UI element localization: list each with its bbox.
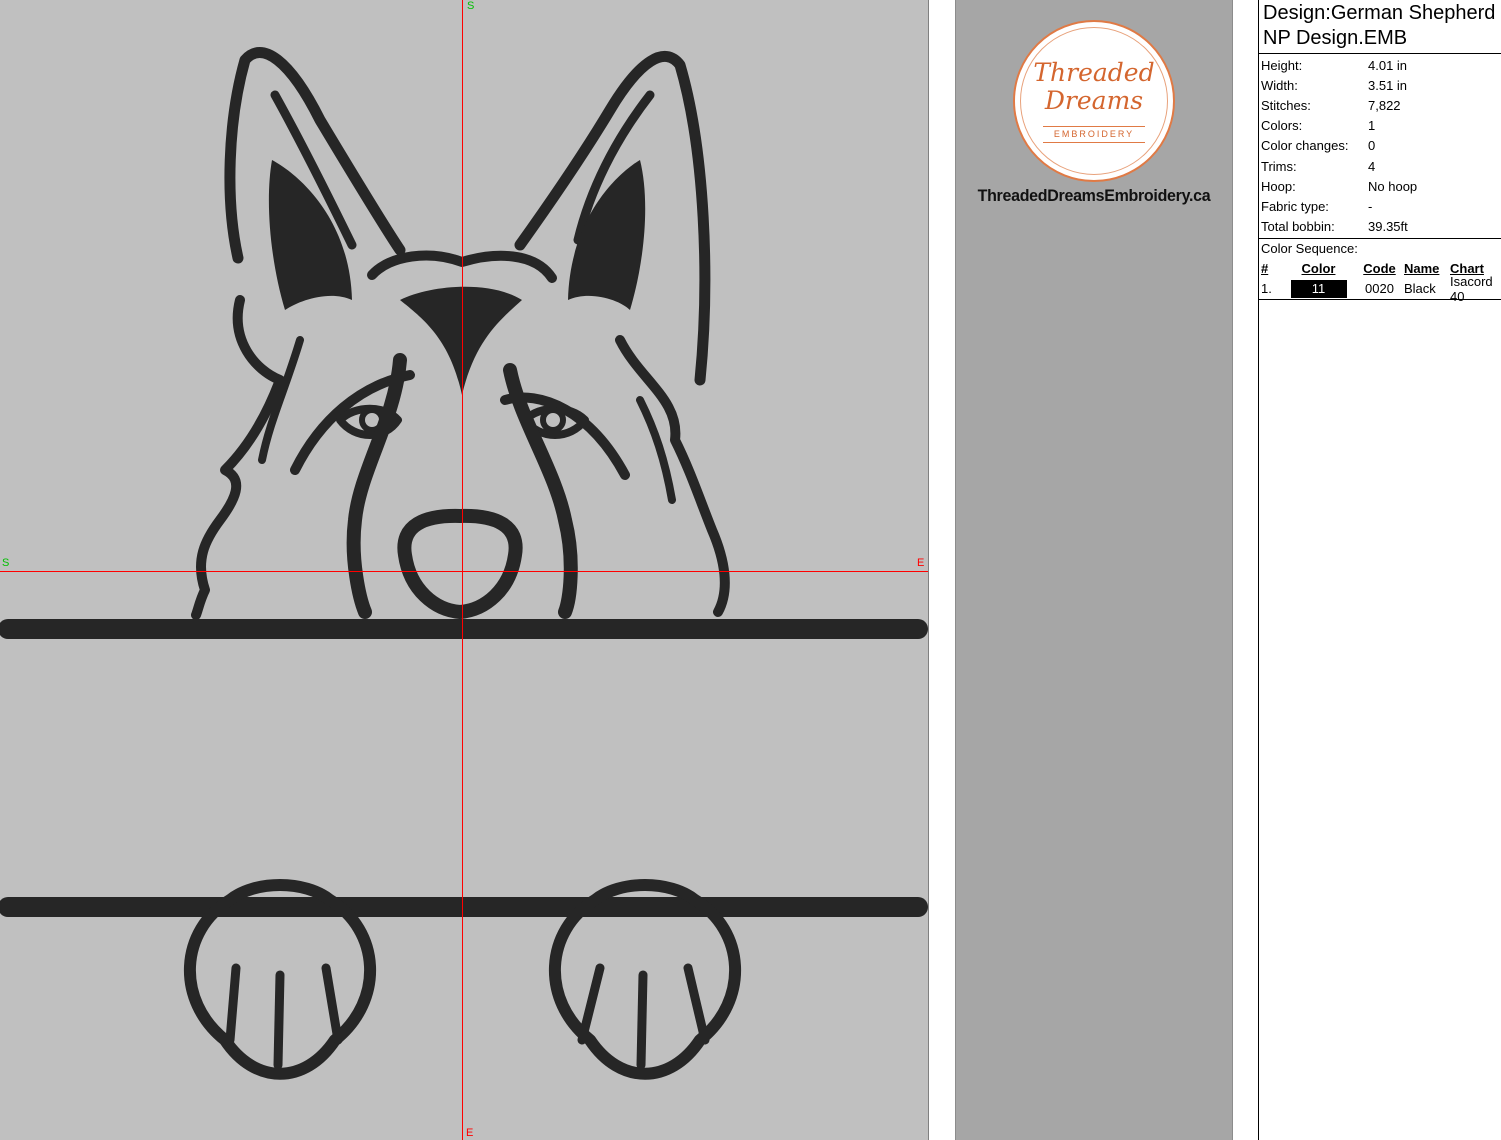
- left-paw-toe-1: [225, 963, 241, 1045]
- stat-hoop: Hoop: No hoop: [1259, 176, 1501, 196]
- header-color: Color: [1301, 261, 1336, 277]
- stat-label: Height:: [1261, 57, 1303, 73]
- color-sequence-row: 1. 11 0020 Black Isacord 40: [1259, 274, 1501, 304]
- stat-stitches: Stitches: 7,822: [1259, 95, 1501, 115]
- row-chart: Isacord 40: [1450, 273, 1493, 304]
- header-name: Name: [1404, 261, 1440, 277]
- color-swatch: 11: [1290, 279, 1347, 298]
- left-paw-toe-3: [321, 963, 343, 1045]
- left-cheek: [191, 295, 285, 620]
- stat-color-changes: Color changes: 0: [1259, 136, 1501, 156]
- stat-label: Hoop:: [1261, 178, 1296, 194]
- stat-width: Width: 3.51 in: [1259, 75, 1501, 95]
- stat-label: Total bobbin:: [1261, 219, 1335, 235]
- right-pupil: [540, 407, 566, 433]
- design-canvas[interactable]: S S E E: [0, 0, 929, 1140]
- stat-value: -: [1368, 198, 1373, 214]
- crosshair-vertical: [462, 0, 463, 1140]
- website-url: ThreadedDreamsEmbroidery.ca: [977, 186, 1211, 205]
- right-paw-toe-2: [636, 970, 648, 1070]
- stat-value: 4.01 in: [1368, 57, 1408, 73]
- stat-colors: Colors: 1: [1259, 116, 1501, 136]
- right-paw-toe-1: [577, 963, 605, 1045]
- start-mark-top: S: [467, 0, 475, 12]
- stat-trims: Trims: 4: [1259, 156, 1501, 176]
- stat-label: Stitches:: [1261, 97, 1311, 113]
- row-code: 0020: [1365, 281, 1394, 297]
- stat-label: Colors:: [1261, 118, 1303, 134]
- stat-value: 7,822: [1368, 97, 1401, 113]
- right-paw-toe-3: [683, 963, 710, 1045]
- design-title: Design:German Shepherd NP Design.EMB: [1259, 0, 1501, 54]
- stat-value: 3.51 in: [1368, 77, 1408, 93]
- embroidery-design: [0, 47, 928, 1080]
- row-color: 11: [1280, 279, 1357, 298]
- logo-line-1: Threaded: [1033, 58, 1155, 87]
- left-ear-fill: [268, 160, 352, 310]
- logo-line-2: Dreams: [1044, 86, 1144, 115]
- stat-fabric-type: Fabric type: -: [1259, 196, 1501, 216]
- end-mark-bottom: E: [466, 1127, 474, 1139]
- stat-label: Width:: [1261, 77, 1298, 93]
- header-num: #: [1261, 261, 1269, 277]
- logo-panel: Threaded Dreams EMBROIDERY ThreadedDream…: [955, 0, 1233, 1140]
- start-mark-left: S: [2, 557, 10, 569]
- row-num: 1.: [1261, 281, 1272, 297]
- stat-label: Fabric type:: [1261, 198, 1329, 214]
- row-name: Black: [1404, 281, 1436, 297]
- stat-height: Height: 4.01 in: [1259, 55, 1501, 75]
- stat-value: 39.35ft: [1368, 219, 1408, 235]
- crosshair-horizontal: [0, 571, 928, 572]
- color-sequence-label: Color Sequence:: [1261, 240, 1358, 256]
- header-code: Code: [1363, 261, 1396, 277]
- stat-value: No hoop: [1368, 178, 1418, 194]
- stat-total-bobbin: Total bobbin: 39.35ft: [1259, 217, 1501, 237]
- left-paw-toe-2: [273, 970, 285, 1070]
- stat-value: 0: [1368, 138, 1376, 154]
- panel-gutter: [930, 0, 955, 1140]
- logo-line-3: EMBROIDERY: [1043, 126, 1145, 143]
- stat-label: Trims:: [1261, 158, 1297, 174]
- stat-label: Color changes:: [1261, 138, 1349, 154]
- stat-value: 4: [1368, 158, 1376, 174]
- design-stats: Height: 4.01 in Width: 3.51 in Stitches:…: [1259, 54, 1501, 239]
- stat-value: 1: [1368, 118, 1376, 134]
- panel-gutter: [1233, 0, 1258, 1140]
- color-sequence: Color Sequence: # Color Code Name Chart …: [1259, 239, 1501, 304]
- forehead-mark: [400, 286, 522, 395]
- end-mark-right: E: [917, 557, 925, 569]
- brand-logo: Threaded Dreams EMBROIDERY: [1013, 20, 1175, 182]
- nose: [397, 508, 523, 619]
- design-info-panel: Design:German Shepherd NP Design.EMB Hei…: [1258, 0, 1501, 1140]
